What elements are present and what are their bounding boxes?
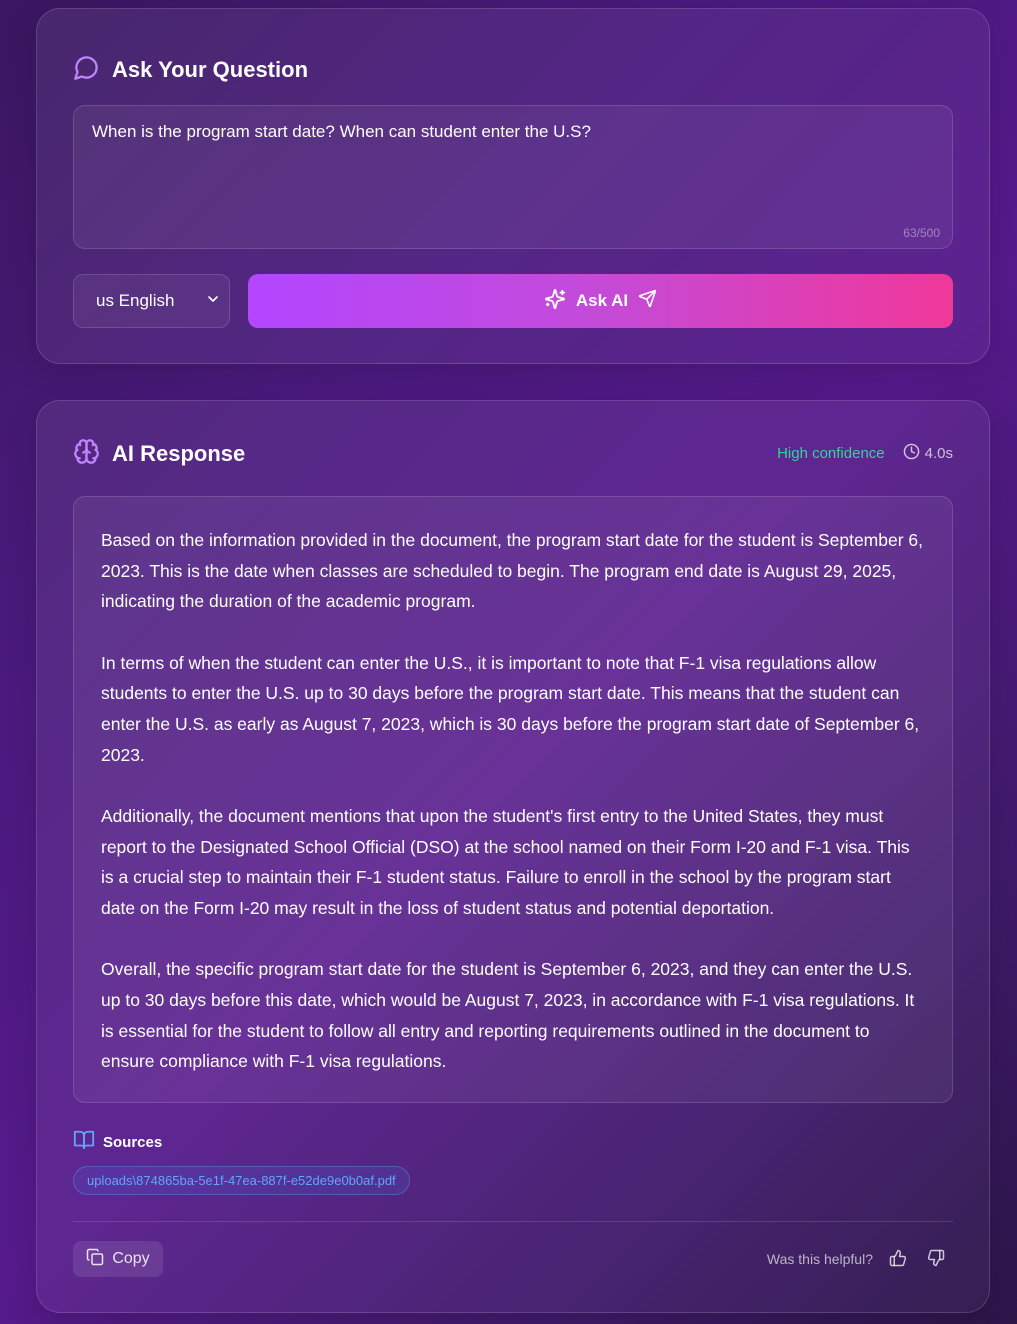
helpful-label: Was this helpful? [766,1251,873,1267]
chat-bubble-icon [73,54,100,86]
answer-paragraph: Based on the information provided in the… [101,530,924,612]
question-card-header: Ask Your Question [73,54,308,86]
thumbs-up-button[interactable] [885,1246,911,1272]
send-icon [638,289,657,313]
answer-box: Based on the information provided in the… [73,496,953,1103]
answer-paragraph: Overall, the specific program start date… [101,959,915,1072]
language-selected-value: us English [96,291,175,310]
thumbs-down-icon [927,1249,945,1270]
response-card: AI Response High confidence 4.0s Based o… [36,400,990,1313]
divider [73,1221,953,1222]
sources-header: Sources [73,1129,162,1155]
language-select[interactable]: us English [73,274,230,328]
clock-icon [903,443,920,464]
char-count: 63/500 [903,226,940,240]
chevron-down-icon [205,291,221,312]
answer-paragraph: Additionally, the document mentions that… [101,805,910,919]
copy-button[interactable]: Copy [73,1241,163,1277]
response-card-title: AI Response [112,441,246,466]
response-duration: 4.0s [903,443,953,464]
sources-label: Sources [103,1133,163,1151]
thumbs-up-icon [889,1249,907,1270]
copy-button-label: Copy [112,1250,150,1267]
question-text[interactable]: When is the program start date? When can… [92,122,934,142]
response-meta: High confidence 4.0s [777,443,953,464]
question-card: Ask Your Question When is the program st… [36,8,990,364]
ask-ai-button[interactable]: Ask AI [248,274,953,328]
confidence-badge: High confidence [777,445,885,462]
question-textarea[interactable]: When is the program start date? When can… [73,105,953,249]
source-chip[interactable]: uploads\874865ba-5e1f-47ea-887f-e52de9e0… [73,1166,410,1195]
ask-ai-button-label: Ask AI [575,291,629,310]
duration-value: 4.0s [924,445,953,462]
thumbs-down-button[interactable] [923,1246,949,1272]
sparkles-icon [544,288,566,315]
question-card-title: Ask Your Question [112,57,309,82]
feedback-area: Was this helpful? [767,1246,949,1272]
book-open-icon [73,1129,95,1155]
response-card-header: AI Response [73,438,245,470]
copy-icon [86,1248,104,1271]
answer-paragraph: In terms of when the student can enter t… [101,652,920,765]
brain-icon [73,438,100,470]
